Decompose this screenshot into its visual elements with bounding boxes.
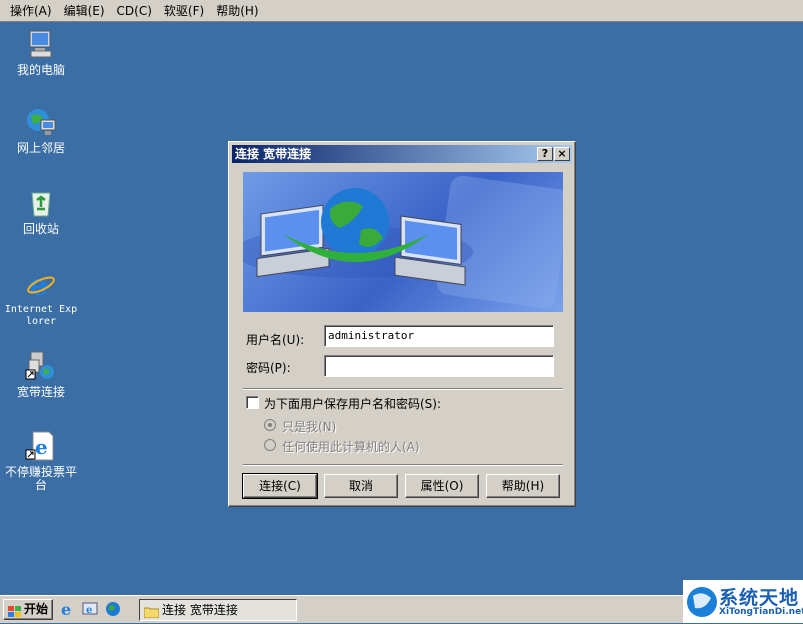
menu-floppy[interactable]: 软驱(F) (158, 1, 210, 21)
desktop-icon-label: 宽带连接 (16, 385, 65, 399)
quicklaunch-desktop-icon[interactable]: e (82, 601, 98, 617)
username-input[interactable]: administrator (324, 325, 554, 347)
menu-cd[interactable]: CD(C) (111, 1, 158, 21)
start-label: 开始 (24, 602, 49, 616)
save-credentials-checkbox[interactable] (246, 396, 259, 409)
recycle-bin-icon (25, 187, 57, 219)
desktop-icon-label: 网上邻居 (16, 141, 65, 155)
divider (243, 388, 563, 390)
windows-logo-icon (8, 604, 21, 617)
desktop-icon-broadband[interactable]: 宽带连接 (2, 350, 80, 399)
connect-button[interactable]: 连接(C) (242, 473, 318, 499)
start-button[interactable]: 开始 (3, 599, 53, 620)
dialog-title: 连接 宽带连接 (235, 147, 312, 161)
site-watermark-logo: 系统天地 XiTongTianDi.net (683, 580, 803, 623)
watermark-url: XiTongTianDi.net (719, 607, 803, 617)
svg-text:e: e (61, 601, 71, 617)
desktop-icon-recycle-bin[interactable]: 回收站 (2, 187, 80, 236)
radio-anyone-label: 任何使用此计算机的人(A) (282, 440, 420, 454)
taskbar-item-label: 连接 宽带连接 (162, 603, 238, 617)
quicklaunch-globe-icon[interactable] (105, 601, 121, 617)
dialog-titlebar[interactable]: 连接 宽带连接 ? × (232, 145, 572, 163)
folder-icon (143, 604, 160, 619)
broadband-connection-icon (25, 350, 57, 382)
radio-anyone[interactable] (264, 439, 276, 451)
computer-icon (25, 28, 57, 60)
desktop-icon-network[interactable]: 网上邻居 (2, 106, 80, 155)
watermark-title: 系统天地 (719, 587, 800, 609)
connect-dialog: 连接 宽带连接 ? × 用户名(U): administrator 密码(P): (228, 141, 576, 507)
save-credentials-label: 为下面用户保存用户名和密码(S): (264, 397, 442, 411)
desktop-icon-ie[interactable]: e Internet Explorer (2, 268, 80, 328)
properties-button[interactable]: 属性(O) (405, 474, 479, 498)
menu-bar: 操作(A) 编辑(E) CD(C) 软驱(F) 帮助(H) (0, 0, 803, 22)
menu-action[interactable]: 操作(A) (4, 1, 58, 21)
taskbar-item-connection[interactable]: 连接 宽带连接 (139, 599, 297, 621)
desktop-icon-label: 不停赚投票平台 (4, 465, 77, 492)
internet-explorer-icon: e (25, 268, 57, 303)
help-button[interactable]: 帮助(H) (486, 474, 560, 498)
desktop-icon-label: 我的电脑 (16, 63, 65, 77)
desktop-icon-my-computer[interactable]: 我的电脑 (2, 28, 80, 77)
username-label: 用户名(U): (246, 333, 305, 347)
help-question-button[interactable]: ? (537, 147, 553, 161)
password-input[interactable] (324, 355, 554, 377)
web-shortcut-icon: e (25, 430, 57, 462)
close-button[interactable]: × (554, 147, 570, 161)
divider (243, 464, 563, 466)
quicklaunch-ie-icon[interactable]: e (60, 600, 76, 619)
radio-only-me-label: 只是我(N) (282, 420, 337, 434)
radio-only-me[interactable] (264, 419, 276, 431)
svg-text:e: e (86, 605, 92, 616)
connection-banner-image (243, 172, 563, 312)
network-icon (25, 106, 57, 138)
menu-help[interactable]: 帮助(H) (210, 1, 264, 21)
svg-text:e: e (35, 435, 48, 459)
desktop-icon-web-shortcut[interactable]: e 不停赚投票平台 (2, 430, 80, 492)
desktop-icon-label: 回收站 (22, 222, 59, 236)
logo-emblem-icon (687, 587, 717, 617)
password-label: 密码(P): (246, 361, 291, 375)
cancel-button[interactable]: 取消 (324, 474, 398, 498)
desktop-icon-label: Internet Explorer (4, 304, 78, 327)
menu-edit[interactable]: 编辑(E) (58, 1, 111, 21)
